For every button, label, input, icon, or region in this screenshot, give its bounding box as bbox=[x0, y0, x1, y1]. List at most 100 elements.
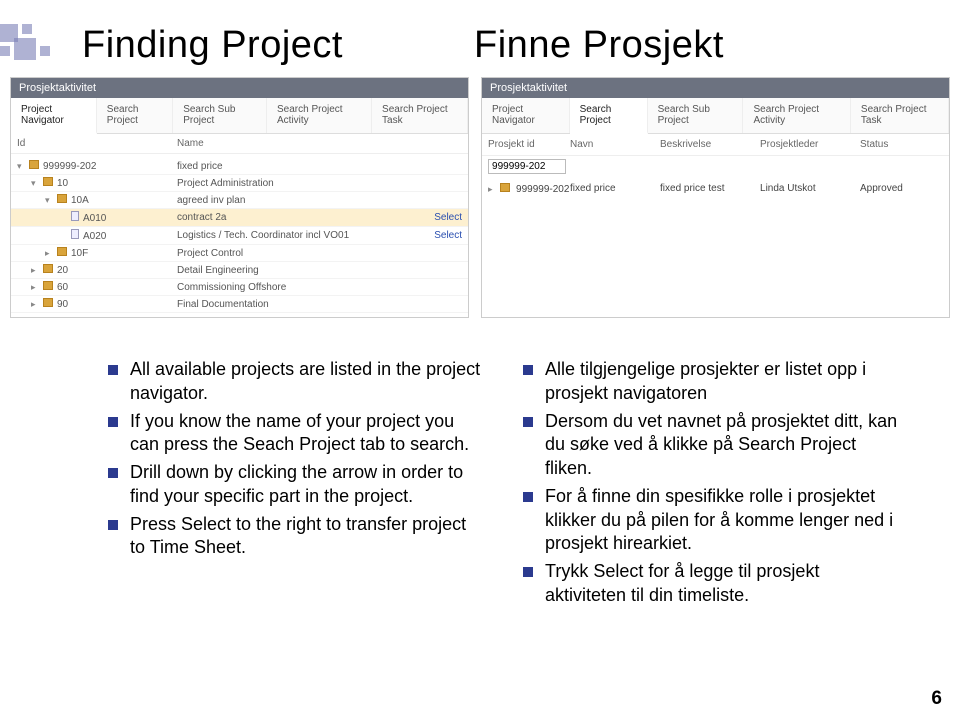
row-name: Project Control bbox=[177, 248, 422, 259]
bullet-text: If you know the name of your project you… bbox=[130, 410, 485, 458]
bullet-square-icon bbox=[108, 417, 118, 427]
tab-search-sub-project[interactable]: Search Sub Project bbox=[173, 98, 267, 133]
bullets-english: All available projects are listed in the… bbox=[108, 358, 485, 612]
bullet-item: Press Select to the right to transfer pr… bbox=[108, 513, 485, 561]
tab-project-navigator[interactable]: Project Navigator bbox=[482, 98, 570, 133]
row-name: Logistics / Tech. Coordinator incl VO01 bbox=[177, 230, 422, 241]
row-id: 10 bbox=[57, 178, 68, 189]
result-navn: fixed price bbox=[570, 183, 660, 195]
right-tabs: Project NavigatorSearch ProjectSearch Su… bbox=[482, 98, 949, 134]
collapse-arrow-icon[interactable]: ▾ bbox=[45, 195, 55, 206]
collapse-arrow-icon[interactable]: ▾ bbox=[17, 161, 27, 172]
tree-row[interactable]: A010contract 2aSelect bbox=[11, 209, 468, 227]
row-name: contract 2a bbox=[177, 212, 422, 223]
tree-row[interactable]: ▾ 999999-202 fixed price bbox=[11, 158, 468, 175]
bullet-item: All available projects are listed in the… bbox=[108, 358, 485, 406]
left-column-header: Id Name bbox=[11, 134, 468, 154]
bullet-square-icon bbox=[108, 468, 118, 478]
result-id: 999999-202 bbox=[516, 184, 569, 195]
col-prosjektleder: Prosjektleder bbox=[760, 139, 860, 150]
folder-icon bbox=[29, 160, 39, 169]
row-name: fixed price bbox=[177, 161, 422, 172]
row-name: Project Administration bbox=[177, 178, 422, 189]
prosjekt-id-input[interactable] bbox=[488, 159, 566, 174]
tree-row[interactable]: ▾ 10A agreed inv plan bbox=[11, 192, 468, 209]
bullet-text: Press Select to the right to transfer pr… bbox=[130, 513, 485, 561]
result-status: Approved bbox=[860, 183, 930, 195]
bullet-square-icon bbox=[523, 567, 533, 577]
title-left: Finding Project bbox=[82, 24, 343, 66]
project-navigator-panel: Prosjektaktivitet Project NavigatorSearc… bbox=[10, 77, 469, 318]
bullet-square-icon bbox=[108, 520, 118, 530]
slide-decoration bbox=[0, 24, 74, 64]
expand-arrow-icon[interactable]: ▸ bbox=[45, 248, 55, 259]
tree-row[interactable]: ▸20Detail Engineering bbox=[11, 262, 468, 279]
folder-icon bbox=[43, 281, 53, 290]
row-id: A020 bbox=[83, 231, 106, 242]
tab-project-navigator[interactable]: Project Navigator bbox=[11, 98, 97, 134]
expand-arrow-icon[interactable]: ▸ bbox=[31, 265, 41, 276]
row-name: agreed inv plan bbox=[177, 195, 422, 206]
bullet-item: Trykk Select for å legge til prosjekt ak… bbox=[523, 560, 900, 608]
bullet-square-icon bbox=[108, 365, 118, 375]
folder-icon bbox=[43, 177, 53, 186]
row-name: Final Documentation bbox=[177, 299, 422, 310]
row-name: Commissioning Offshore bbox=[177, 282, 422, 293]
bullet-item: Alle tilgjengelige prosjekter er listet … bbox=[523, 358, 900, 406]
col-id-header: Id bbox=[17, 138, 177, 149]
expand-arrow-icon[interactable]: ▸ bbox=[31, 282, 41, 293]
search-project-panel: Prosjektaktivitet Project NavigatorSearc… bbox=[481, 77, 950, 318]
folder-icon bbox=[43, 298, 53, 307]
row-id: 60 bbox=[57, 282, 68, 293]
result-leder: Linda Utskot bbox=[760, 183, 860, 195]
bullet-text: Drill down by clicking the arrow in orde… bbox=[130, 461, 485, 509]
panel-header: Prosjektaktivitet bbox=[482, 78, 949, 98]
document-icon bbox=[71, 211, 79, 221]
bullet-text: Trykk Select for å legge til prosjekt ak… bbox=[545, 560, 900, 608]
tab-search-project[interactable]: Search Project bbox=[97, 98, 173, 133]
bullet-item: If you know the name of your project you… bbox=[108, 410, 485, 458]
panel-header: Prosjektaktivitet bbox=[11, 78, 468, 98]
tab-search-project-activity[interactable]: Search Project Activity bbox=[267, 98, 372, 133]
expand-arrow-icon[interactable]: ▸ bbox=[31, 299, 41, 310]
row-id: 10A bbox=[71, 195, 89, 206]
bullet-item: Drill down by clicking the arrow in orde… bbox=[108, 461, 485, 509]
bullet-text: Alle tilgjengelige prosjekter er listet … bbox=[545, 358, 900, 406]
bullet-item: Dersom du vet navnet på prosjektet ditt,… bbox=[523, 410, 900, 481]
tab-search-project-task[interactable]: Search Project Task bbox=[372, 98, 468, 133]
tab-search-project[interactable]: Search Project bbox=[570, 98, 648, 134]
title-right: Finne Prosjekt bbox=[474, 24, 724, 67]
tab-search-sub-project[interactable]: Search Sub Project bbox=[648, 98, 744, 133]
col-prosjektid: Prosjekt id bbox=[488, 139, 570, 150]
select-link[interactable]: Select bbox=[422, 230, 462, 241]
row-name: Detail Engineering bbox=[177, 265, 422, 276]
tab-search-project-activity[interactable]: Search Project Activity bbox=[743, 98, 850, 133]
grid-header: Prosjekt id Navn Beskrivelse Prosjektled… bbox=[482, 134, 949, 156]
result-beskrivelse: fixed price test bbox=[660, 183, 760, 195]
tree-row[interactable]: ▸ 10F Project Control bbox=[11, 245, 468, 262]
tree-row[interactable]: ▾ 10 Project Administration bbox=[11, 175, 468, 192]
bullet-square-icon bbox=[523, 365, 533, 375]
bullets-norwegian: Alle tilgjengelige prosjekter er listet … bbox=[523, 358, 900, 612]
tree-row[interactable]: A020 Logistics / Tech. Coordinator incl V… bbox=[11, 227, 468, 245]
project-tree: ▾999999-202fixed price▾10Project Adminis… bbox=[11, 154, 468, 317]
tree-row[interactable]: ▸ 60 Commissioning Offshore bbox=[11, 279, 468, 296]
col-status: Status bbox=[860, 139, 930, 150]
bullet-text: All available projects are listed in the… bbox=[130, 358, 485, 406]
col-beskrivelse: Beskrivelse bbox=[660, 139, 760, 150]
row-id: 10F bbox=[71, 248, 88, 259]
page-number: 6 bbox=[931, 688, 942, 710]
expand-arrow-icon[interactable]: ▸ bbox=[488, 184, 498, 195]
tab-search-project-task[interactable]: Search Project Task bbox=[851, 98, 949, 133]
bullet-square-icon bbox=[523, 417, 533, 427]
collapse-arrow-icon[interactable]: ▾ bbox=[31, 178, 41, 189]
col-name-header: Name bbox=[177, 138, 462, 149]
folder-icon bbox=[500, 183, 510, 192]
folder-icon bbox=[43, 264, 53, 273]
row-id: 999999-202 bbox=[43, 161, 96, 172]
search-result-row[interactable]: ▸ 999999-202 fixed price fixed price test… bbox=[482, 177, 949, 201]
tree-row[interactable]: ▸90Final Documentation bbox=[11, 296, 468, 313]
search-row bbox=[482, 156, 949, 177]
bullet-text: Dersom du vet navnet på prosjektet ditt,… bbox=[545, 410, 900, 481]
select-link[interactable]: Select bbox=[422, 212, 462, 223]
